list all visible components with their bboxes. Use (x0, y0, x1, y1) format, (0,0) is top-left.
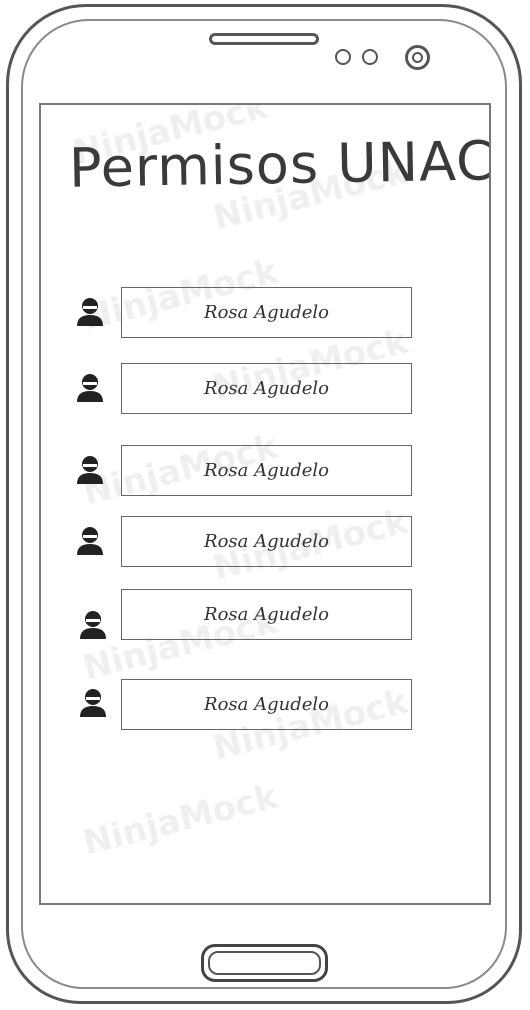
list-item[interactable]: Rosa Agudelo (41, 679, 489, 731)
user-name-field[interactable]: Rosa Agudelo (121, 516, 412, 567)
list-item[interactable]: Rosa Agudelo (41, 363, 489, 415)
user-avatar-icon (77, 527, 103, 555)
light-sensor-icon (362, 49, 378, 65)
list-item[interactable]: Rosa Agudelo (41, 589, 489, 641)
front-camera-icon (405, 45, 430, 70)
list-item[interactable]: Rosa Agudelo (41, 445, 489, 497)
list-item[interactable]: Rosa Agudelo (41, 287, 489, 339)
user-avatar-icon (77, 374, 103, 402)
page-title: Permisos UNAC (68, 129, 491, 200)
user-name-field[interactable]: Rosa Agudelo (121, 287, 412, 338)
list-item[interactable]: Rosa Agudelo (41, 516, 489, 568)
user-name-field[interactable]: Rosa Agudelo (121, 679, 412, 730)
user-avatar-icon (80, 611, 106, 639)
user-avatar-icon (77, 298, 103, 326)
user-avatar-icon (77, 456, 103, 484)
earpiece-speaker (209, 33, 319, 45)
app-screen: NinjaMock NinjaMock NinjaMock NinjaMock … (39, 103, 491, 905)
user-name-field[interactable]: Rosa Agudelo (121, 589, 412, 640)
watermark: NinjaMock (79, 776, 282, 864)
user-name-field[interactable]: Rosa Agudelo (121, 445, 412, 496)
home-button[interactable] (201, 944, 328, 982)
proximity-sensor-icon (335, 49, 351, 65)
user-avatar-icon (80, 689, 106, 717)
user-name-field[interactable]: Rosa Agudelo (121, 363, 412, 414)
